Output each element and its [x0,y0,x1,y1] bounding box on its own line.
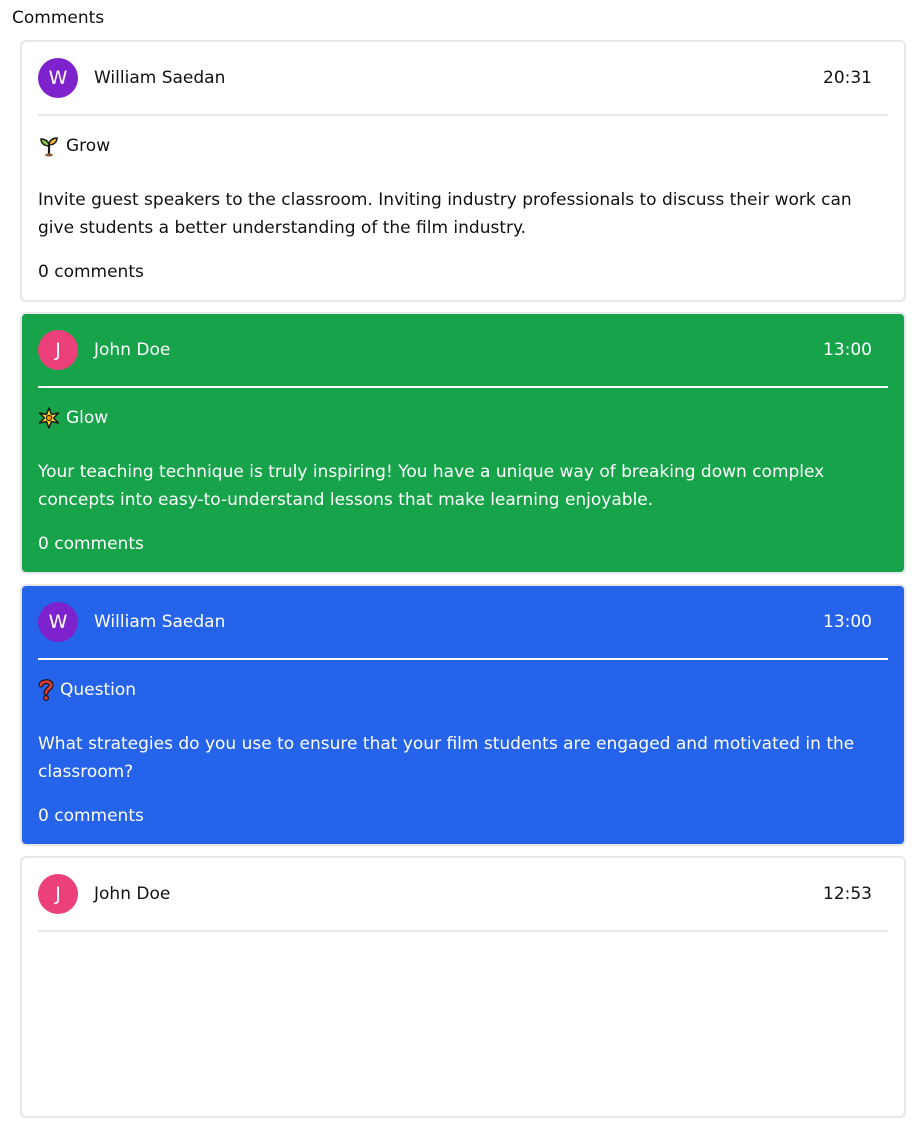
feedback-card[interactable]: W William Saedan 13:00 Question What str… [20,584,906,846]
author-name[interactable]: John Doe [94,340,823,360]
feedback-type: Grow [38,134,888,158]
timestamp: 13:00 [823,612,872,632]
author-name[interactable]: William Saedan [94,612,823,632]
avatar[interactable]: J [38,874,78,914]
card-body-text: What strategies do you use to ensure tha… [38,734,855,782]
feedback-type-label: Grow [66,136,111,156]
card-header: J John Doe 12:53 [38,858,888,932]
author-name[interactable]: William Saedan [94,68,823,88]
avatar[interactable]: J [38,330,78,370]
card-header: J John Doe 13:00 [38,314,888,388]
sparkle-star-icon [38,407,60,429]
comments-count-link[interactable]: 0 comments [38,534,144,554]
comments-count-link[interactable]: 0 comments [38,262,144,282]
avatar[interactable]: W [38,602,78,642]
timestamp: 20:31 [823,68,872,88]
card-body-text: Your teaching technique is truly inspiri… [38,462,825,510]
card-body-text: Invite guest speakers to the classroom. … [38,190,852,238]
page-title: Comments [12,8,105,28]
feedback-type-label: Glow [66,408,109,428]
author-name[interactable]: John Doe [94,884,823,904]
timestamp: 12:53 [823,884,872,904]
feedback-card[interactable]: J John Doe 12:53 [20,856,906,1118]
feedback-type: Glow [38,406,888,430]
feedback-card[interactable]: J John Doe 13:00 Glow Your teaching tech… [20,312,906,574]
feedback-card[interactable]: W William Saedan 20:31 Grow Invite guest… [20,40,906,302]
feedback-type: Question [38,678,888,702]
card-header: W William Saedan 13:00 [38,586,888,660]
avatar[interactable]: W [38,58,78,98]
feedback-type-label: Question [60,680,137,700]
card-header: W William Saedan 20:31 [38,42,888,116]
timestamp: 13:00 [823,340,872,360]
sprout-icon [38,135,60,157]
comments-count-link[interactable]: 0 comments [38,806,144,826]
question-mark-icon [38,679,54,702]
comment-feed: W William Saedan 20:31 Grow Invite guest… [20,40,906,1128]
